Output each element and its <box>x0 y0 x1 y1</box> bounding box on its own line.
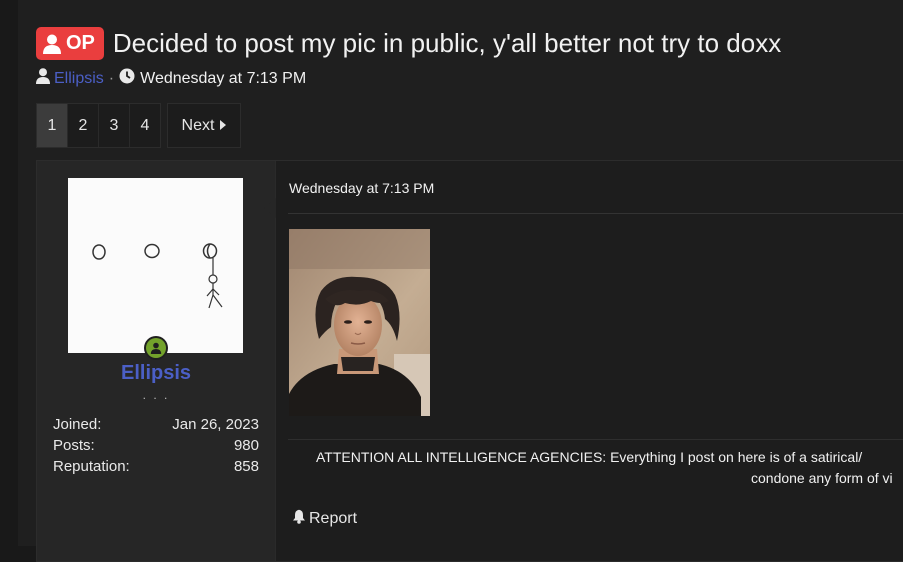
pagination: 1 2 3 4 Next <box>36 103 241 148</box>
online-status-icon <box>144 336 168 360</box>
avatar[interactable] <box>68 178 243 353</box>
thread-title: Decided to post my pic in public, y'all … <box>112 28 782 58</box>
signature-divider <box>288 439 903 440</box>
page-1-link[interactable]: 1 <box>37 104 68 147</box>
page-nav: 1 2 3 4 <box>36 103 161 148</box>
user-icon <box>36 68 50 89</box>
caret-right-icon <box>220 117 227 135</box>
stat-posts: Posts: 980 <box>53 435 259 456</box>
stat-label: Reputation: <box>53 458 130 475</box>
post-username[interactable]: Ellipsis <box>37 362 275 385</box>
thread-header: OP Decided to post my pic in public, y'a… <box>36 27 781 60</box>
post: Ellipsis . . . Joined: Jan 26, 2023 Post… <box>36 160 903 562</box>
thread-meta: Ellipsis · Wednesday at 7:13 PM <box>36 68 306 89</box>
selfie-photo <box>289 229 430 416</box>
page-3-link[interactable]: 3 <box>99 104 130 147</box>
report-label: Report <box>309 510 358 527</box>
page-4-link[interactable]: 4 <box>130 104 160 147</box>
post-body: Wednesday at 7:13 PM ATTENTION ALL INTEL… <box>276 161 903 561</box>
post-image[interactable] <box>289 229 430 416</box>
op-label: OP <box>66 32 95 54</box>
op-badge: OP <box>36 27 104 60</box>
post-arrow <box>264 198 276 218</box>
user-icon <box>43 34 61 54</box>
page-container: OP Decided to post my pic in public, y'a… <box>18 0 903 562</box>
stat-joined: Joined: Jan 26, 2023 <box>53 414 259 435</box>
stat-label: Posts: <box>53 437 95 454</box>
page-2-link[interactable]: 2 <box>68 104 99 147</box>
post-date[interactable]: Wednesday at 7:13 PM <box>289 180 434 196</box>
meta-separator: · <box>108 69 115 87</box>
next-page-button[interactable]: Next <box>167 103 241 148</box>
user-title: . . . <box>142 388 170 402</box>
next-label: Next <box>181 116 215 134</box>
signature: ATTENTION ALL INTELLIGENCE AGENCIES: Eve… <box>316 447 903 489</box>
user-info-panel: Ellipsis . . . Joined: Jan 26, 2023 Post… <box>37 161 276 561</box>
avatar-drawing <box>92 243 223 309</box>
stat-value: Jan 26, 2023 <box>172 416 259 433</box>
post-divider <box>288 213 903 214</box>
signature-line-1: ATTENTION ALL INTELLIGENCE AGENCIES: Eve… <box>316 449 863 465</box>
bell-icon <box>292 509 306 529</box>
clock-icon <box>119 68 135 89</box>
stat-label: Joined: <box>53 416 102 433</box>
report-link[interactable]: Report <box>292 509 357 529</box>
user-stats: Joined: Jan 26, 2023 Posts: 980 Reputati… <box>53 414 259 477</box>
thread-date[interactable]: Wednesday at 7:13 PM <box>140 70 306 88</box>
author-link[interactable]: Ellipsis <box>54 70 104 88</box>
stat-value[interactable]: 858 <box>234 456 259 477</box>
stat-reputation: Reputation: 858 <box>53 456 259 477</box>
stat-value[interactable]: 980 <box>234 435 259 456</box>
signature-line-2: condone any form of vi <box>751 470 893 486</box>
